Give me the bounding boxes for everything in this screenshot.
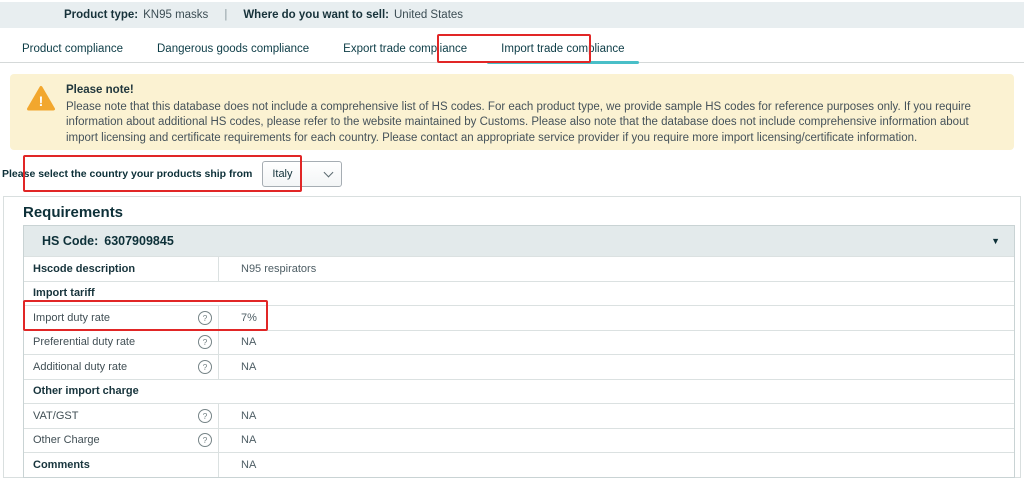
ship-from-country-row: Please select the country your products … (2, 160, 342, 188)
help-icon[interactable]: ? (198, 409, 212, 423)
notice-body: Please note that this database does not … (66, 100, 990, 147)
row-value: N95 respirators (219, 257, 1014, 281)
section-label: Other import charge (24, 380, 1014, 404)
hs-code-table: HS Code: 6307909845 ▼ Hscode description… (23, 225, 1015, 478)
tab-export-trade-compliance[interactable]: Export trade compliance (331, 36, 479, 62)
row-label: Additional duty rate (33, 361, 127, 373)
table-row-hscode-description: Hscode description N95 respirators (24, 256, 1014, 281)
row-label: Other Charge (33, 434, 100, 446)
table-section-other-import-charge: Other import charge (24, 379, 1014, 404)
product-type-label: Product type: (64, 9, 138, 21)
tab-product-compliance[interactable]: Product compliance (10, 36, 135, 62)
sell-destination-label: Where do you want to sell: (243, 9, 389, 21)
tab-dangerous-goods-compliance[interactable]: Dangerous goods compliance (145, 36, 321, 62)
table-row-import-duty-rate: Import duty rate ? 7% (24, 305, 1014, 330)
help-icon[interactable]: ? (198, 360, 212, 374)
chevron-down-icon (324, 168, 334, 178)
table-row-preferential-duty-rate: Preferential duty rate ? NA (24, 330, 1014, 355)
notice-banner: ! Please note! Please note that this dat… (10, 74, 1014, 150)
collapse-caret-icon[interactable]: ▼ (991, 236, 1000, 246)
row-label: Hscode description (24, 257, 219, 281)
table-section-import-tariff: Import tariff (24, 281, 1014, 306)
help-icon[interactable]: ? (198, 335, 212, 349)
row-label: Preferential duty rate (33, 336, 135, 348)
context-bar: Product type: KN95 masks | Where do you … (0, 2, 1024, 28)
table-row-vat-gst: VAT/GST ? NA (24, 403, 1014, 428)
row-label: Import duty rate (33, 312, 110, 324)
notice-title: Please note! (66, 83, 990, 99)
hs-code-label: HS Code: (42, 234, 98, 248)
tab-import-trade-compliance[interactable]: Import trade compliance (489, 36, 636, 62)
row-value: NA (219, 355, 1014, 379)
row-value: NA (219, 429, 1014, 453)
row-label: Comments (24, 453, 219, 477)
row-label: VAT/GST (33, 410, 78, 422)
ship-from-country-label: Please select the country your products … (2, 168, 252, 180)
help-icon[interactable]: ? (198, 311, 212, 325)
hs-code-header-row[interactable]: HS Code: 6307909845 ▼ (24, 226, 1014, 256)
help-icon[interactable]: ? (198, 433, 212, 447)
row-value: 7% (219, 306, 1014, 330)
requirements-card: Requirements HS Code: 6307909845 ▼ Hscod… (3, 196, 1021, 478)
hs-code-value: 6307909845 (104, 234, 174, 248)
section-label: Import tariff (24, 282, 1014, 306)
row-value: NA (219, 404, 1014, 428)
ship-from-country-select[interactable]: Italy (262, 161, 342, 187)
ship-from-country-value: Italy (272, 168, 292, 180)
table-row-other-charge: Other Charge ? NA (24, 428, 1014, 453)
product-type-value: KN95 masks (143, 9, 208, 21)
row-value: NA (219, 331, 1014, 355)
svg-text:!: ! (39, 93, 44, 109)
warning-icon: ! (26, 85, 56, 118)
sell-destination-value: United States (394, 9, 463, 21)
table-row-additional-duty-rate: Additional duty rate ? NA (24, 354, 1014, 379)
requirements-heading: Requirements (23, 204, 123, 221)
table-row-comments: Comments NA (24, 452, 1014, 477)
divider: | (224, 9, 227, 21)
row-value: NA (219, 453, 1014, 477)
compliance-tabs: Product compliance Dangerous goods compl… (0, 36, 1024, 63)
